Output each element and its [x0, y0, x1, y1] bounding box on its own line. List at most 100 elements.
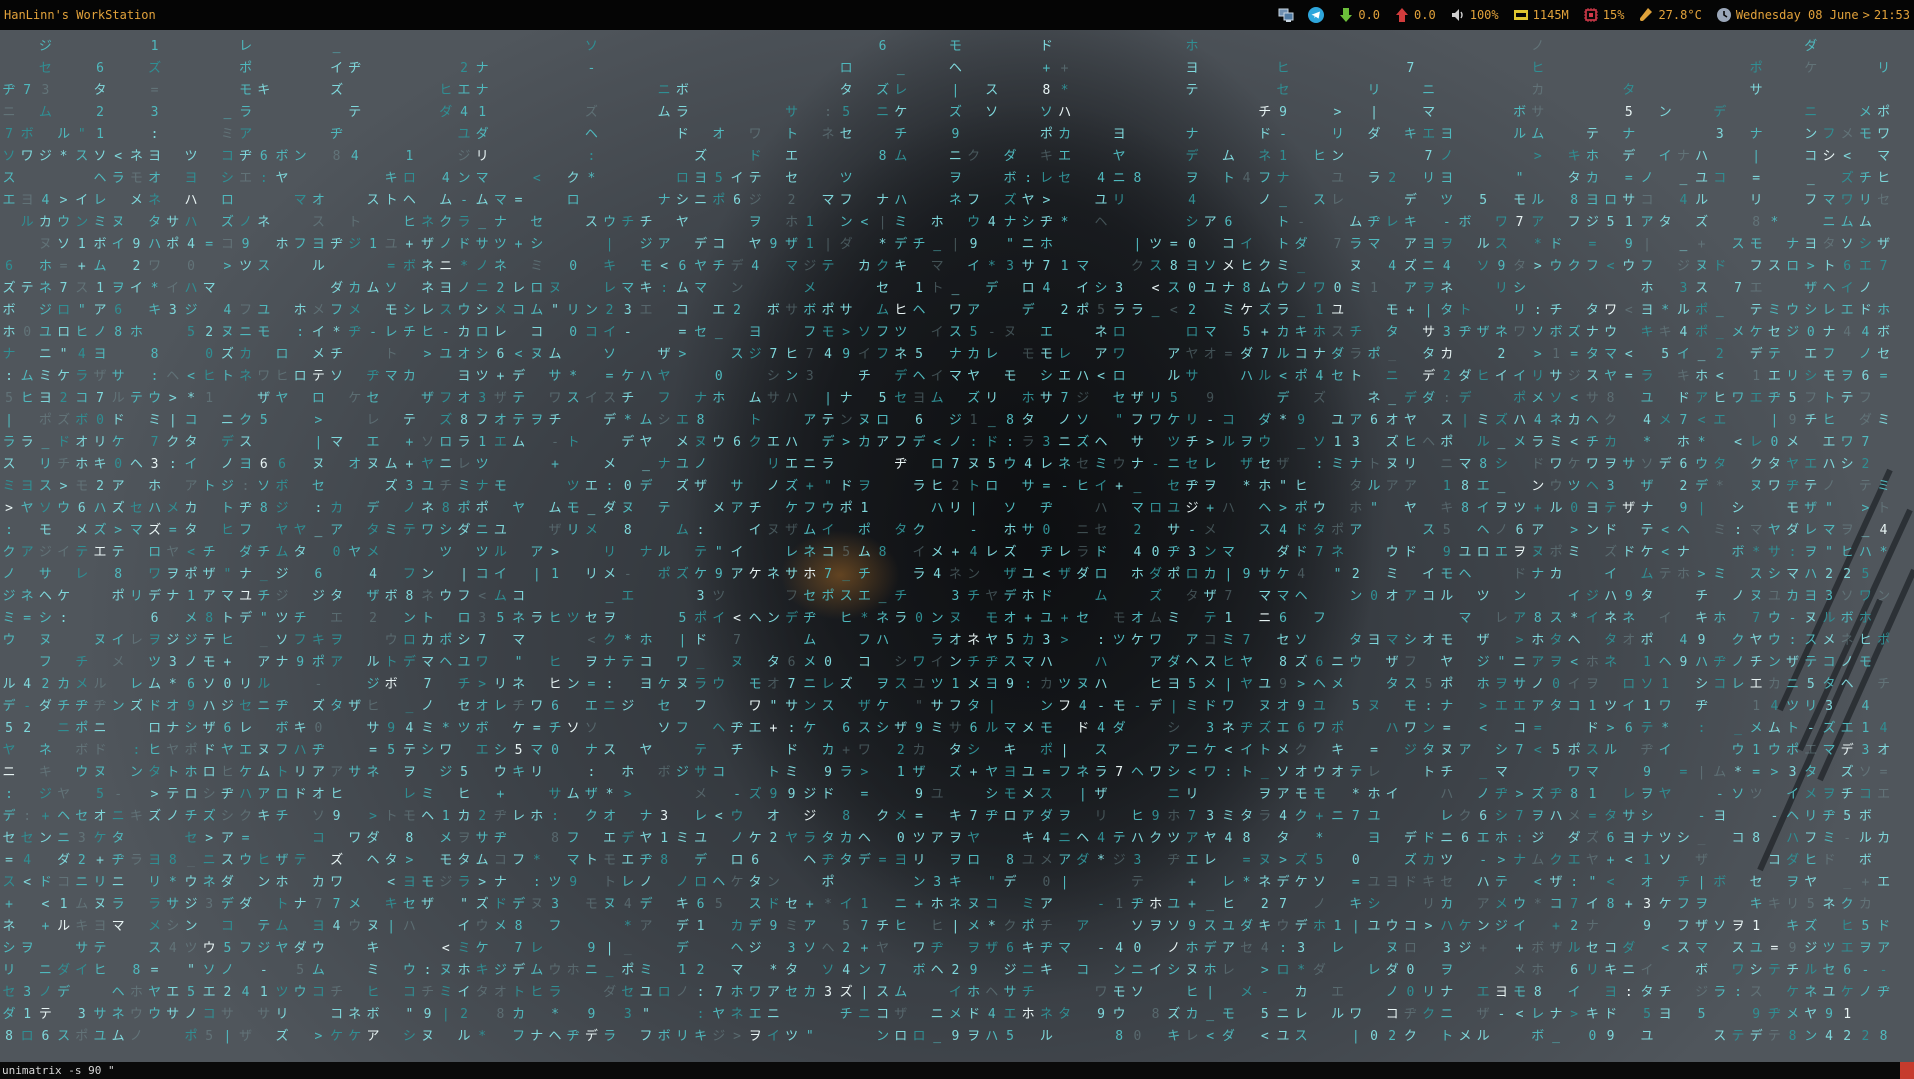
matrix-glyph: リ [475, 149, 489, 164]
download-arrow-icon [1340, 8, 1353, 22]
matrix-glyph: ユ [1458, 545, 1472, 560]
matrix-glyph: ハ [785, 391, 799, 406]
matrix-glyph: コ [311, 985, 325, 1000]
tray-network-monitor[interactable] [1278, 7, 1294, 23]
matrix-glyph: 7 [59, 281, 68, 296]
matrix-glyph [402, 278, 416, 300]
matrix-glyph [621, 36, 635, 58]
matrix-glyph: 6 [187, 677, 195, 692]
matrix-glyph: ミ [38, 369, 52, 384]
matrix-glyph [38, 124, 52, 146]
matrix-glyph: ヌ [1003, 325, 1017, 340]
matrix-glyph: ヤ [675, 215, 689, 230]
matrix-glyph [1294, 608, 1308, 630]
matrix-glyph: ヒ [1403, 435, 1417, 450]
clock-module[interactable]: Wednesday 08 June > 21:53 [1716, 7, 1910, 23]
matrix-glyph: ハ [1604, 589, 1618, 604]
matrix-glyph: ザ [1094, 787, 1108, 802]
matrix-glyph [93, 586, 107, 608]
matrix-glyph [1767, 146, 1781, 168]
matrix-glyph: ヂ [2, 83, 16, 98]
tray-telegram[interactable] [1308, 7, 1325, 23]
matrix-glyph: キ [1349, 897, 1363, 912]
shell-command-line[interactable]: unimatrix -s 90 " [0, 1062, 1914, 1079]
matrix-glyph: - [1260, 985, 1269, 1000]
matrix-column: ニマエ7リ ヨニヲ | サタデダ ヘ ス イコ オ 5:ンタト ドカキリ > リク [1422, 36, 1436, 1048]
matrix-glyph: 3 [1042, 435, 1051, 450]
matrix-glyph [129, 894, 143, 916]
matrix-glyph: 6 [278, 457, 286, 472]
matrix-glyph: ツ [184, 941, 198, 956]
matrix-glyph: ケ [330, 1029, 344, 1044]
matrix-glyph: タ [1240, 809, 1254, 824]
matrix-glyph [1112, 498, 1126, 520]
matrix-glyph [530, 520, 544, 542]
matrix-glyph: 8 [1533, 611, 1542, 626]
matrix-glyph [839, 696, 853, 718]
matrix-glyph: ニ [894, 897, 908, 912]
matrix-glyph: ラ [603, 1029, 617, 1044]
matrix-glyph: デ [675, 919, 689, 934]
matrix-glyph: ユ [912, 677, 926, 692]
matrix-glyph: ネ [821, 127, 835, 142]
matrix-glyph: ア [766, 985, 780, 1000]
matrix-glyph [1513, 80, 1527, 102]
matrix-glyph [293, 872, 307, 894]
matrix-glyph: ミ [1167, 611, 1181, 626]
matrix-glyph: ヲ [1585, 677, 1599, 692]
matrix-glyph [421, 168, 435, 190]
matrix-glyph [1385, 806, 1399, 828]
matrix-glyph: ジ [1585, 215, 1599, 230]
matrix-glyph: ス [257, 259, 271, 274]
matrix-glyph: メ [1276, 743, 1290, 758]
volume-module[interactable]: 100% [1450, 7, 1499, 23]
matrix-column: オスヨル メイメテロ > | ヌセ: _ 6ジ キポ-ズ0ヂアオソコ カ7ヨウムコ > [311, 36, 325, 1048]
matrix-glyph [967, 58, 981, 80]
matrix-glyph: ミ [1767, 303, 1781, 318]
matrix-glyph: エ [621, 589, 635, 604]
matrix-glyph: : [1442, 391, 1451, 406]
matrix-glyph: シ [402, 1029, 416, 1044]
matrix-glyph [275, 190, 289, 212]
matrix-glyph: ノ [694, 457, 708, 472]
matrix-glyph [384, 410, 398, 432]
matrix-glyph: ヘ [366, 853, 380, 868]
terminal-screen[interactable]: ヂニ7ソスエ 6 ズボホナ:5 | ラスミ >: クノジミウ ルデ 5 ヤニ: デセ = ス + ネシリ… [0, 30, 1914, 1062]
matrix-glyph [293, 344, 307, 366]
matrix-glyph: _ [259, 567, 268, 582]
matrix-glyph: メ [967, 919, 981, 934]
matrix-glyph [1076, 146, 1090, 168]
matrix-glyph [348, 652, 362, 674]
matrix-glyph: セ [1767, 325, 1781, 340]
matrix-glyph: コ [1567, 699, 1581, 714]
matrix-glyph: レ [1804, 523, 1818, 538]
matrix-glyph [1549, 960, 1563, 982]
matrix-glyph: 0 [96, 413, 104, 428]
matrix-glyph [1549, 168, 1563, 190]
matrix-glyph: ア [1039, 897, 1053, 912]
matrix-glyph: > [369, 809, 377, 824]
matrix-glyph [1094, 872, 1108, 894]
matrix-glyph: テ [1585, 127, 1599, 142]
matrix-glyph: ナ [1640, 831, 1654, 846]
matrix-glyph: チ [421, 985, 435, 1000]
matrix-glyph: イ [1604, 567, 1618, 582]
matrix-glyph: ズ [967, 391, 981, 406]
matrix-glyph [584, 366, 598, 388]
matrix-glyph [1585, 102, 1599, 124]
matrix-glyph: デ [1713, 105, 1727, 120]
matrix-glyph: ロ [1021, 281, 1035, 296]
matrix-glyph: < [933, 435, 942, 450]
matrix-glyph: イ [1240, 237, 1254, 252]
matrix-glyph [1112, 36, 1126, 58]
matrix-glyph: コ [57, 875, 71, 890]
matrix-glyph: ホ [1185, 39, 1199, 54]
matrix-glyph: | [860, 985, 869, 1000]
matrix-glyph: ポ [439, 633, 453, 648]
matrix-glyph [930, 58, 944, 80]
matrix-glyph [1185, 718, 1199, 740]
matrix-glyph: マ [1258, 589, 1272, 604]
matrix-glyph: 0 [1042, 875, 1051, 890]
matrix-glyph: テ [402, 743, 416, 758]
matrix-glyph: = [1169, 237, 1178, 252]
